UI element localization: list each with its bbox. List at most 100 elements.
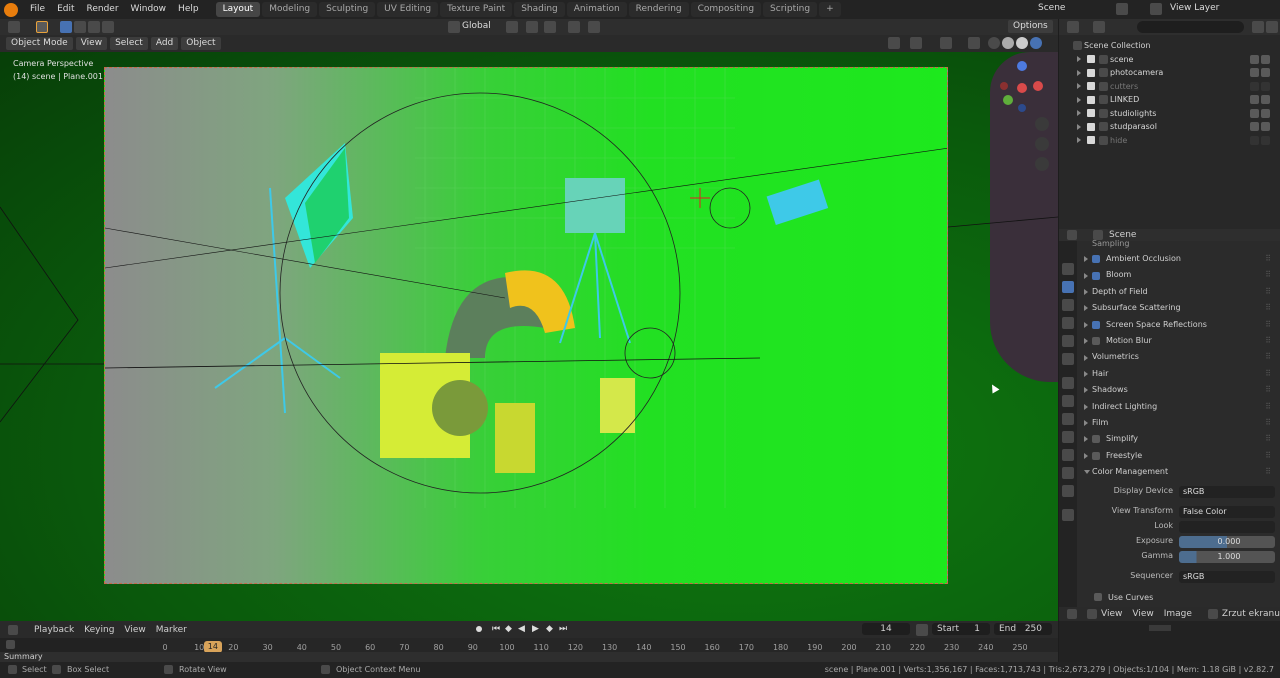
panel-expand-icon[interactable] <box>1084 436 1088 443</box>
new-collection-icon[interactable] <box>1266 21 1278 33</box>
panel-expand-icon[interactable] <box>1084 338 1088 345</box>
select-mode-subtract-icon[interactable] <box>88 21 100 33</box>
outliner-item[interactable]: LINKED <box>1059 93 1280 107</box>
outliner-item[interactable]: studiolights <box>1059 107 1280 121</box>
exclude-checkbox[interactable] <box>1087 95 1095 104</box>
select-mode-intersect-icon[interactable] <box>102 21 114 33</box>
expand-icon[interactable] <box>1077 96 1081 103</box>
properties-panel-header[interactable]: Color Management ⠿ <box>1059 464 1280 480</box>
outliner-search-input[interactable] <box>1136 21 1245 33</box>
exclude-checkbox[interactable] <box>1087 109 1095 118</box>
xray-icon[interactable] <box>968 37 980 49</box>
transform-orientation-dropdown[interactable]: Global <box>462 21 491 31</box>
look-dropdown[interactable] <box>1179 521 1275 533</box>
properties-panel-header[interactable]: Indirect Lighting ⠿ <box>1059 399 1280 415</box>
panel-expand-icon[interactable] <box>1084 321 1088 328</box>
panel-expand-icon[interactable] <box>1084 256 1088 263</box>
panel-expand-icon[interactable] <box>1084 272 1088 279</box>
image-browse-icon[interactable] <box>1207 609 1218 619</box>
panel-enable-checkbox[interactable] <box>1092 435 1100 444</box>
tab-scripting[interactable]: Scripting <box>763 2 818 17</box>
select-mode-extend-icon[interactable] <box>74 21 86 33</box>
display-mode-icon[interactable] <box>1092 21 1105 33</box>
3d-viewport[interactable]: Camera Perspective (14) scene | Plane.00… <box>0 52 1058 621</box>
outliner-editor-icon[interactable] <box>1067 21 1079 33</box>
properties-panel-header[interactable]: Bloom ⠿ <box>1059 267 1280 283</box>
outliner-item[interactable]: photocamera <box>1059 66 1280 80</box>
tab-uv-editing[interactable]: UV Editing <box>377 2 439 17</box>
tab-compositing[interactable]: Compositing <box>690 2 762 17</box>
properties-panel-header[interactable]: Ambient Occlusion ⠿ <box>1059 251 1280 267</box>
expand-icon[interactable] <box>1077 123 1081 130</box>
properties-panel-header[interactable]: Motion Blur ⠿ <box>1059 333 1280 349</box>
view-transform-dropdown[interactable]: False Color <box>1179 506 1275 518</box>
panel-expand-icon[interactable] <box>1084 452 1088 459</box>
panel-enable-checkbox[interactable] <box>1092 451 1100 460</box>
exposure-slider[interactable]: 0.000 <box>1179 536 1275 548</box>
drag-handle-icon[interactable]: ⠿ <box>1265 349 1272 365</box>
select-tool-icon[interactable] <box>36 21 48 33</box>
sequencer-dropdown[interactable]: sRGB <box>1179 571 1275 583</box>
image-name-field[interactable]: Zrzut ekranu <box>1222 609 1280 619</box>
image-menu-view[interactable]: View <box>1132 609 1153 619</box>
drag-handle-icon[interactable]: ⠿ <box>1265 284 1272 300</box>
visibility-eye-icon[interactable] <box>1250 68 1259 78</box>
drag-handle-icon[interactable]: ⠿ <box>1265 448 1272 464</box>
tab-shading[interactable]: Shading <box>514 2 565 17</box>
panel-expand-icon[interactable] <box>1084 370 1088 377</box>
add-workspace-button[interactable]: + <box>819 2 841 17</box>
overlay-icon[interactable] <box>940 37 952 49</box>
image-mode-icon[interactable] <box>1087 609 1097 619</box>
view-layer-selector[interactable]: View Layer <box>1170 3 1219 13</box>
drag-handle-icon[interactable]: ⠿ <box>1265 333 1272 349</box>
properties-panel-header[interactable]: Hair ⠿ <box>1059 366 1280 382</box>
zoom-icon[interactable] <box>1035 117 1049 131</box>
gamma-slider[interactable]: 1.000 <box>1179 551 1275 563</box>
drag-handle-icon[interactable]: ⠿ <box>1265 300 1272 316</box>
menu-file[interactable]: File <box>24 0 51 19</box>
visibility-eye-icon[interactable] <box>1250 122 1259 132</box>
menu-object[interactable]: Object <box>181 37 221 50</box>
visibility-icon[interactable] <box>888 37 900 49</box>
editor-type-icon[interactable] <box>8 21 20 33</box>
exclude-checkbox[interactable] <box>1087 136 1095 145</box>
tab-layout[interactable]: Layout <box>215 2 261 17</box>
camera-view-icon[interactable] <box>1035 157 1049 171</box>
display-device-dropdown[interactable]: sRGB <box>1179 486 1275 498</box>
panel-enable-checkbox[interactable] <box>1092 320 1100 329</box>
shading-solid-icon[interactable] <box>1002 37 1014 49</box>
properties-panel-header[interactable]: Volumetrics ⠿ <box>1059 349 1280 365</box>
sampling-panel-label[interactable]: Sampling <box>1092 239 1129 248</box>
menu-edit[interactable]: Edit <box>51 0 80 19</box>
image-menu-image[interactable]: Image <box>1164 609 1192 619</box>
image-view-mode-dropdown[interactable]: View <box>1101 609 1122 619</box>
menu-window[interactable]: Window <box>125 0 173 19</box>
panel-expand-icon[interactable] <box>1084 387 1088 394</box>
filter-icon[interactable] <box>1252 21 1265 33</box>
drag-handle-icon[interactable]: ⠿ <box>1265 251 1272 267</box>
gizmo-icon[interactable] <box>910 37 922 49</box>
pivot-icon[interactable] <box>506 21 518 33</box>
render-camera-icon[interactable] <box>1261 108 1270 118</box>
shading-rendered-icon[interactable] <box>1030 37 1042 49</box>
visibility-eye-icon[interactable] <box>1250 54 1259 64</box>
expand-icon[interactable] <box>1077 69 1081 76</box>
drag-handle-icon[interactable]: ⠿ <box>1265 399 1272 415</box>
panel-expand-icon[interactable] <box>1084 288 1088 295</box>
exclude-checkbox[interactable] <box>1087 82 1095 91</box>
expand-icon[interactable] <box>1077 137 1081 144</box>
drag-handle-icon[interactable]: ⠿ <box>1265 464 1272 480</box>
use-curves-checkbox[interactable] <box>1094 593 1102 601</box>
render-camera-icon[interactable] <box>1261 95 1270 105</box>
proportional-edit-icon[interactable] <box>568 21 580 33</box>
exclude-checkbox[interactable] <box>1087 55 1095 64</box>
menu-help[interactable]: Help <box>172 0 205 19</box>
exclude-checkbox[interactable] <box>1087 122 1095 131</box>
options-dropdown[interactable]: Options <box>1008 20 1053 33</box>
properties-panel-header[interactable]: Simplify ⠿ <box>1059 431 1280 447</box>
tab-animation[interactable]: Animation <box>566 2 627 17</box>
drag-handle-icon[interactable]: ⠿ <box>1265 382 1272 398</box>
menu-add[interactable]: Add <box>150 37 179 50</box>
properties-panel-header[interactable]: Depth of Field ⠿ <box>1059 284 1280 300</box>
exclude-checkbox[interactable] <box>1087 68 1095 77</box>
